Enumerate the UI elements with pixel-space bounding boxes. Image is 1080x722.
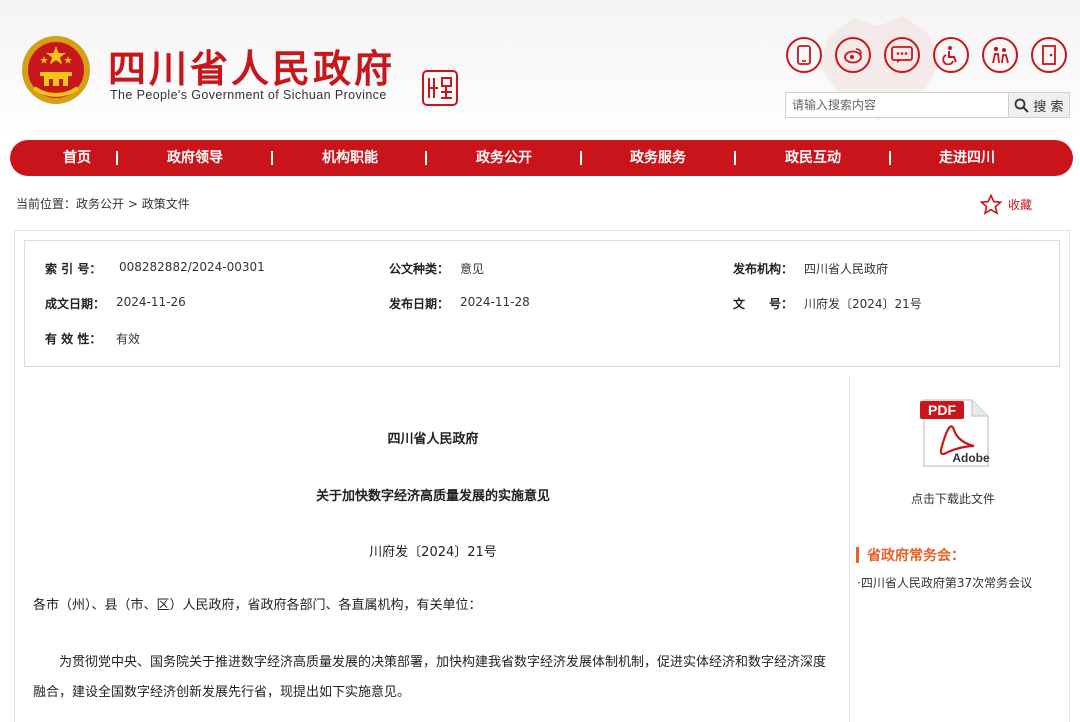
- meta-index-label: 索 引 号：: [45, 262, 102, 276]
- search-button-label: 搜 索: [1033, 99, 1064, 115]
- meta-validity-label: 有 效 性：: [45, 332, 102, 346]
- nav-separator: [580, 151, 582, 165]
- toolbar-icons: [786, 37, 1067, 73]
- meta-index-value: 008282882/2024-00301: [119, 260, 265, 274]
- elderly-care-icon[interactable]: [982, 37, 1018, 73]
- meta-docno-value: 川府发〔2024〕21号: [804, 297, 922, 311]
- meta-doctype-label: 公文种类：: [389, 262, 450, 276]
- breadcrumb-link-gov-affairs[interactable]: 政务公开: [76, 197, 124, 211]
- meta-published-date-label: 发布日期：: [389, 297, 450, 311]
- document-meta-box: 索 引 号： 008282882/2024-00301 公文种类： 意见 发布机…: [24, 240, 1060, 367]
- meeting-link[interactable]: ·四川省人民政府第37次常务会议: [857, 574, 1032, 591]
- adobe-label: Adobe: [952, 451, 990, 465]
- main-nav: 首页 政府领导 机构职能 政务公开 政务服务 政民互动 走进四川: [10, 140, 1073, 176]
- nav-item-interaction[interactable]: 政民互动: [773, 140, 853, 176]
- search-input[interactable]: [786, 93, 1008, 117]
- nav-item-institutions[interactable]: 机构职能: [310, 140, 390, 176]
- meta-issuer-label: 发布机构：: [733, 262, 794, 276]
- nav-separator: [116, 151, 118, 165]
- section-accent-bar: [856, 547, 859, 563]
- breadcrumb-prefix: 当前位置：: [16, 197, 77, 211]
- nav-separator: [425, 151, 427, 165]
- exit-icon[interactable]: [1031, 37, 1067, 73]
- meta-published-date-value: 2024-11-28: [460, 295, 530, 309]
- nav-item-leaders[interactable]: 政府领导: [155, 140, 235, 176]
- sidebar-section-title: 省政府常务会：: [856, 545, 965, 565]
- sidebar-section-title-text: 省政府常务会：: [867, 548, 965, 564]
- favorite-button[interactable]: 收藏: [980, 194, 1032, 215]
- mobile-icon[interactable]: [786, 37, 822, 73]
- nav-separator: [271, 151, 273, 165]
- breadcrumb: 当前位置：政务公开 > 政策文件: [16, 195, 190, 212]
- seal-logo-icon: [422, 70, 458, 106]
- meta-written-date-value: 2024-11-26: [116, 295, 186, 309]
- search-box: 搜 索: [785, 92, 1070, 118]
- meta-validity-value: 有效: [116, 332, 141, 346]
- national-emblem-icon: [22, 36, 90, 104]
- accessibility-icon[interactable]: [933, 37, 969, 73]
- document-title: 关于加快数字经济高质量发展的实施意见: [315, 489, 550, 504]
- meta-docno-label: 文 号：: [733, 297, 794, 311]
- star-icon: [980, 194, 1002, 215]
- nav-separator: [734, 151, 736, 165]
- breadcrumb-separator: >: [124, 197, 142, 211]
- meta-written-date-label: 成文日期：: [45, 297, 106, 311]
- weibo-icon[interactable]: [835, 37, 871, 73]
- pdf-label: PDF: [928, 402, 956, 418]
- breadcrumb-link-policy-docs[interactable]: 政策文件: [142, 197, 190, 211]
- meta-issuer-value: 四川省人民政府: [804, 262, 889, 276]
- document-number: 川府发〔2024〕21号: [369, 545, 497, 560]
- site-header: 四川省人民政府 The People's Government of Sichu…: [0, 0, 1080, 140]
- nav-item-about-sichuan[interactable]: 走进四川: [927, 140, 1007, 176]
- favorite-label: 收藏: [1008, 198, 1033, 212]
- nav-item-home[interactable]: 首页: [42, 140, 112, 176]
- document-body-paragraph: 为贯彻党中央、国务院关于推进数字经济高质量发展的决策部署，加快构建我省数字经济发…: [33, 655, 827, 700]
- pdf-download-icon[interactable]: PDF Adobe: [918, 396, 992, 468]
- sidebar-divider: [849, 376, 850, 722]
- nav-item-gov-services[interactable]: 政务服务: [618, 140, 698, 176]
- download-file-link[interactable]: 点击下载此文件: [860, 490, 1046, 507]
- message-icon[interactable]: [884, 37, 920, 73]
- meta-doctype-value: 意见: [460, 262, 485, 276]
- search-button[interactable]: 搜 索: [1008, 92, 1070, 118]
- site-subtitle: The People's Government of Sichuan Provi…: [110, 88, 387, 102]
- nav-separator: [889, 151, 891, 165]
- document-salutation: 各市（州）、县（市、区）人民政府，省政府各部门、各直属机构，有关单位：: [33, 598, 482, 613]
- site-title[interactable]: 四川省人民政府: [108, 38, 395, 93]
- document-issuer: 四川省人民政府: [387, 432, 479, 447]
- search-icon: [1015, 98, 1030, 113]
- nav-item-gov-affairs[interactable]: 政务公开: [464, 140, 544, 176]
